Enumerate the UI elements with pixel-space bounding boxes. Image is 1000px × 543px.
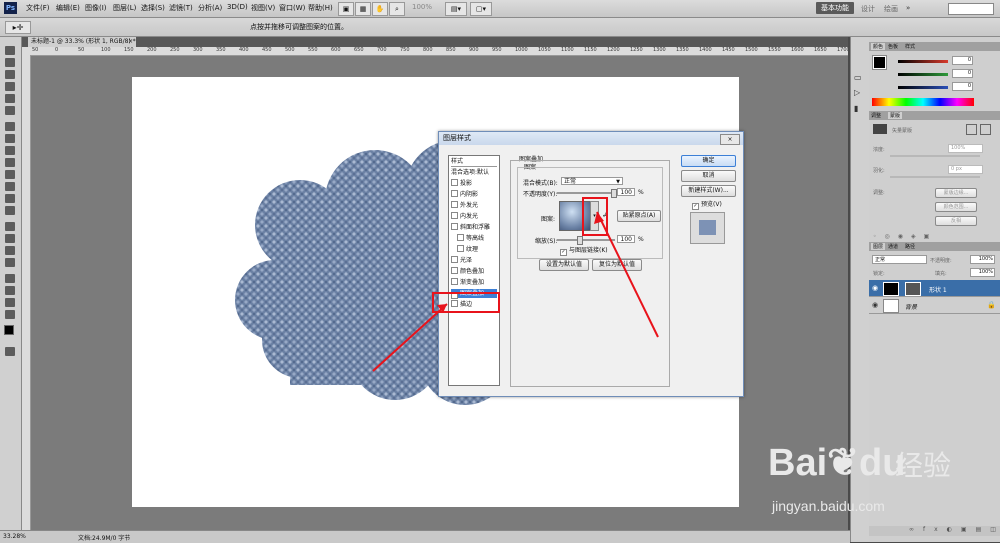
baidu-jingyan-watermark: Bai❦du 经验 jingyan.baidu.com	[760, 430, 960, 530]
watermark-cn: 经验	[895, 449, 952, 482]
annotation-arrow-1	[372, 303, 448, 372]
paw-icon: ❦	[827, 442, 859, 484]
watermark-url: jingyan.baidu.com	[772, 498, 885, 514]
annotation-arrow-2	[596, 211, 659, 338]
watermark-brand: Bai❦du	[768, 442, 906, 484]
